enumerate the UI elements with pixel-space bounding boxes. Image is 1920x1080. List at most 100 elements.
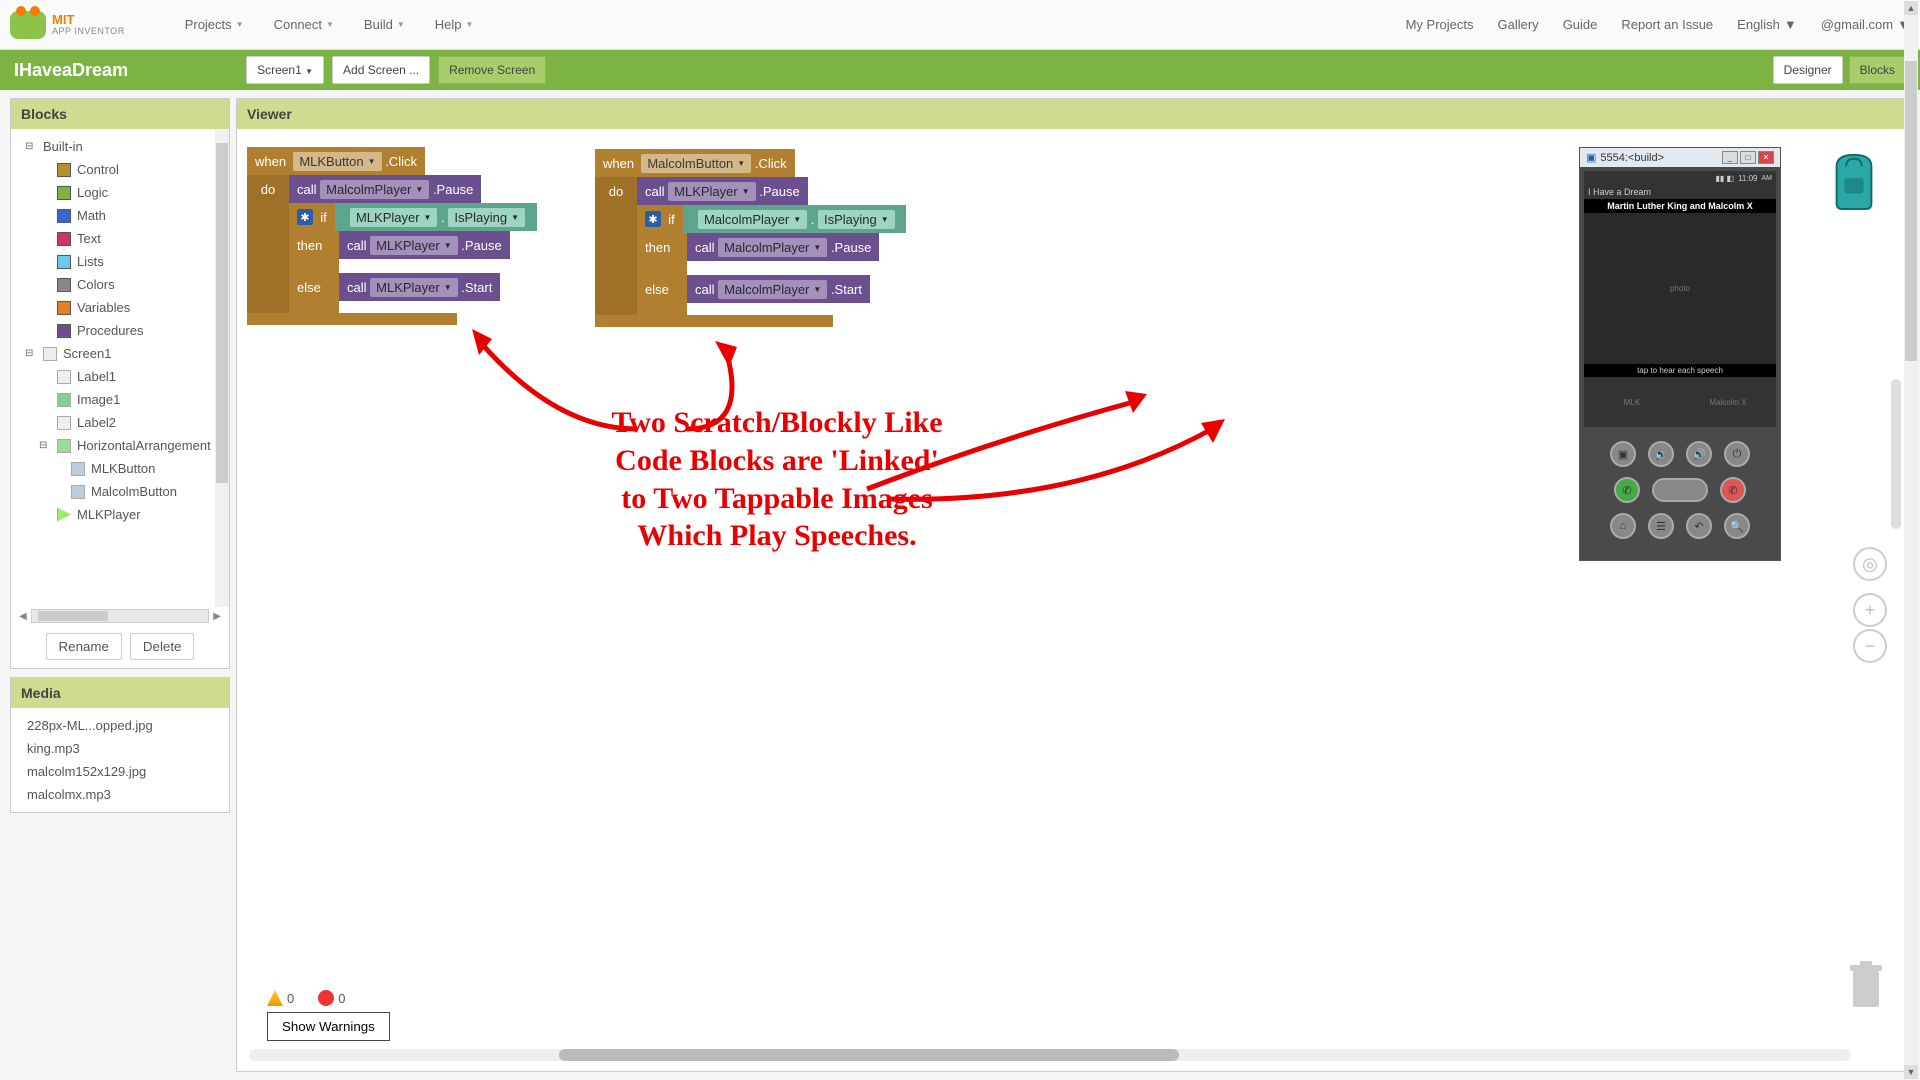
block-group-malcolm[interactable]: when MalcolmButton▼ .Click do call MLKPl… [595, 149, 906, 327]
block-dd-mlkbutton[interactable]: MLKButton▼ [293, 152, 381, 171]
zoom-in-button[interactable]: + [1853, 593, 1887, 627]
block-group-mlk[interactable]: when MLKButton▼ .Click do call MalcolmPl… [247, 147, 537, 325]
trash-icon[interactable] [1845, 959, 1887, 1011]
back-icon[interactable]: ↶ [1686, 513, 1712, 539]
chevron-down-icon: ▼ [236, 20, 244, 29]
menu-icon[interactable]: ☰ [1648, 513, 1674, 539]
backpack-icon[interactable] [1825, 149, 1883, 211]
volume-up-icon[interactable]: 🔊 [1686, 441, 1712, 467]
title-bar: IHaveaDream Screen1 ▼ Add Screen ... Rem… [0, 50, 1920, 90]
emulator-title: 5554:<build> [1600, 152, 1664, 164]
tree-builtin[interactable]: ⊟Built-in [15, 135, 225, 158]
block-dd-mlkplayer[interactable]: MLKPlayer▼ [370, 278, 458, 297]
warning-icon [267, 990, 283, 1006]
window-close-icon[interactable]: ✕ [1758, 151, 1774, 164]
tree-label1[interactable]: Label1 [15, 365, 225, 388]
dpad[interactable] [1652, 478, 1708, 502]
block-dd-mlkplayer[interactable]: MLKPlayer▼ [668, 182, 756, 201]
camera-icon[interactable]: ▣ [1610, 441, 1636, 467]
zoom-out-button[interactable]: − [1853, 629, 1887, 663]
gear-icon[interactable]: ✱ [297, 209, 313, 225]
nav-connect[interactable]: Connect▼ [274, 17, 334, 32]
block-dd-mlkplayer[interactable]: MLKPlayer▼ [370, 236, 458, 255]
media-file[interactable]: malcolmx.mp3 [25, 783, 215, 806]
block-dd-isplaying[interactable]: IsPlaying▼ [448, 208, 525, 227]
sidebar-hscroll[interactable]: ◀▶ [11, 607, 229, 625]
link-gallery[interactable]: Gallery [1498, 17, 1539, 32]
nav-help[interactable]: Help▼ [435, 17, 474, 32]
call-icon[interactable]: ✆ [1614, 477, 1640, 503]
tree-math[interactable]: Math [15, 204, 225, 227]
emulator-status-bar: ▮▮ ◧11:09AM [1584, 171, 1776, 185]
tree-label2[interactable]: Label2 [15, 411, 225, 434]
tree-image1[interactable]: Image1 [15, 388, 225, 411]
block-dd-malcolmbutton[interactable]: MalcolmButton▼ [641, 154, 751, 173]
link-my-projects[interactable]: My Projects [1406, 17, 1474, 32]
show-warnings-button[interactable]: Show Warnings [267, 1012, 390, 1041]
chevron-down-icon: ▼ [397, 20, 405, 29]
viewer-column: Viewer when MLKButton▼ .Click do call Ma… [230, 90, 1920, 1080]
tree-malcolmbutton[interactable]: MalcolmButton [15, 480, 225, 503]
logo-text-top: MIT [52, 13, 125, 26]
viewer-panel-header: Viewer [237, 99, 1911, 129]
block-dd-malcolmplayer[interactable]: MalcolmPlayer▼ [718, 238, 827, 257]
blocks-tree: ⊟Built-in Control Logic Math Text Lists … [11, 129, 229, 607]
canvas-vscroll[interactable] [1891, 379, 1901, 529]
tree-screen1[interactable]: ⊟Screen1 [15, 342, 225, 365]
search-icon[interactable]: 🔍 [1724, 513, 1750, 539]
volume-down-icon[interactable]: 🔉 [1648, 441, 1674, 467]
blocks-canvas[interactable]: when MLKButton▼ .Click do call MalcolmPl… [237, 129, 1911, 1071]
emulator-window: ▣ 5554:<build> _ □ ✕ ▮▮ ◧11:09AM I Have … [1579, 147, 1781, 561]
add-screen-button[interactable]: Add Screen ... [332, 56, 430, 84]
media-file[interactable]: king.mp3 [25, 737, 215, 760]
tree-procedures[interactable]: Procedures [15, 319, 225, 342]
project-title: IHaveaDream [14, 60, 128, 81]
block-dd-isplaying[interactable]: IsPlaying▼ [818, 210, 895, 229]
block-dd-malcolmplayer[interactable]: MalcolmPlayer▼ [320, 180, 429, 199]
tree-lists[interactable]: Lists [15, 250, 225, 273]
nav-build[interactable]: Build▼ [364, 17, 405, 32]
blocks-tab[interactable]: Blocks [1849, 56, 1906, 84]
window-max-icon[interactable]: □ [1740, 151, 1756, 164]
media-file[interactable]: malcolm152x129.jpg [25, 760, 215, 783]
tree-logic[interactable]: Logic [15, 181, 225, 204]
block-dd-malcolmplayer[interactable]: MalcolmPlayer▼ [698, 210, 807, 229]
link-guide[interactable]: Guide [1563, 17, 1598, 32]
sidebar-scrollbar[interactable] [215, 129, 229, 607]
designer-tab[interactable]: Designer [1773, 56, 1843, 84]
top-links: My Projects Gallery Guide Report an Issu… [1406, 17, 1910, 32]
emulator-malcolm-image[interactable]: Malcolm X [1680, 377, 1776, 427]
tree-text[interactable]: Text [15, 227, 225, 250]
warning-count: 0 [287, 991, 294, 1006]
logo-text-wrap: MIT APP INVENTOR [52, 13, 125, 36]
block-dd-malcolmplayer[interactable]: MalcolmPlayer▼ [718, 280, 827, 299]
gear-icon[interactable]: ✱ [645, 211, 661, 227]
delete-button[interactable]: Delete [130, 633, 195, 660]
user-menu[interactable]: @gmail.com ▼ [1821, 17, 1910, 32]
warnings-area: 0 0 Show Warnings [267, 990, 390, 1041]
media-file[interactable]: 228px-ML...opped.jpg [25, 714, 215, 737]
screen-dropdown[interactable]: Screen1 ▼ [246, 56, 324, 84]
block-if: ✱ if [637, 205, 683, 233]
tree-mlkplayer[interactable]: MLKPlayer [15, 503, 225, 526]
tree-colors[interactable]: Colors [15, 273, 225, 296]
page-scrollbar[interactable]: ▲ ▼ [1904, 1, 1918, 1079]
rename-button[interactable]: Rename [46, 633, 122, 660]
home-icon[interactable]: ⌂ [1610, 513, 1636, 539]
nav-projects[interactable]: Projects▼ [185, 17, 244, 32]
end-call-icon[interactable]: ✆ [1720, 477, 1746, 503]
emulator-mlk-image[interactable]: MLK [1584, 377, 1680, 427]
link-report-issue[interactable]: Report an Issue [1621, 17, 1713, 32]
canvas-hscroll[interactable] [249, 1049, 1851, 1061]
remove-screen-button[interactable]: Remove Screen [438, 56, 546, 84]
tree-harr[interactable]: ⊟HorizontalArrangement [15, 434, 225, 457]
lang-english[interactable]: English ▼ [1737, 17, 1797, 32]
power-icon[interactable]: ⏻ [1724, 441, 1750, 467]
block-call-start: call MalcolmPlayer▼ .Start [687, 275, 870, 303]
tree-variables[interactable]: Variables [15, 296, 225, 319]
tree-mlkbutton[interactable]: MLKButton [15, 457, 225, 480]
window-min-icon[interactable]: _ [1722, 151, 1738, 164]
recenter-button[interactable]: ◎ [1853, 547, 1887, 581]
block-dd-mlkplayer[interactable]: MLKPlayer▼ [350, 208, 438, 227]
tree-control[interactable]: Control [15, 158, 225, 181]
